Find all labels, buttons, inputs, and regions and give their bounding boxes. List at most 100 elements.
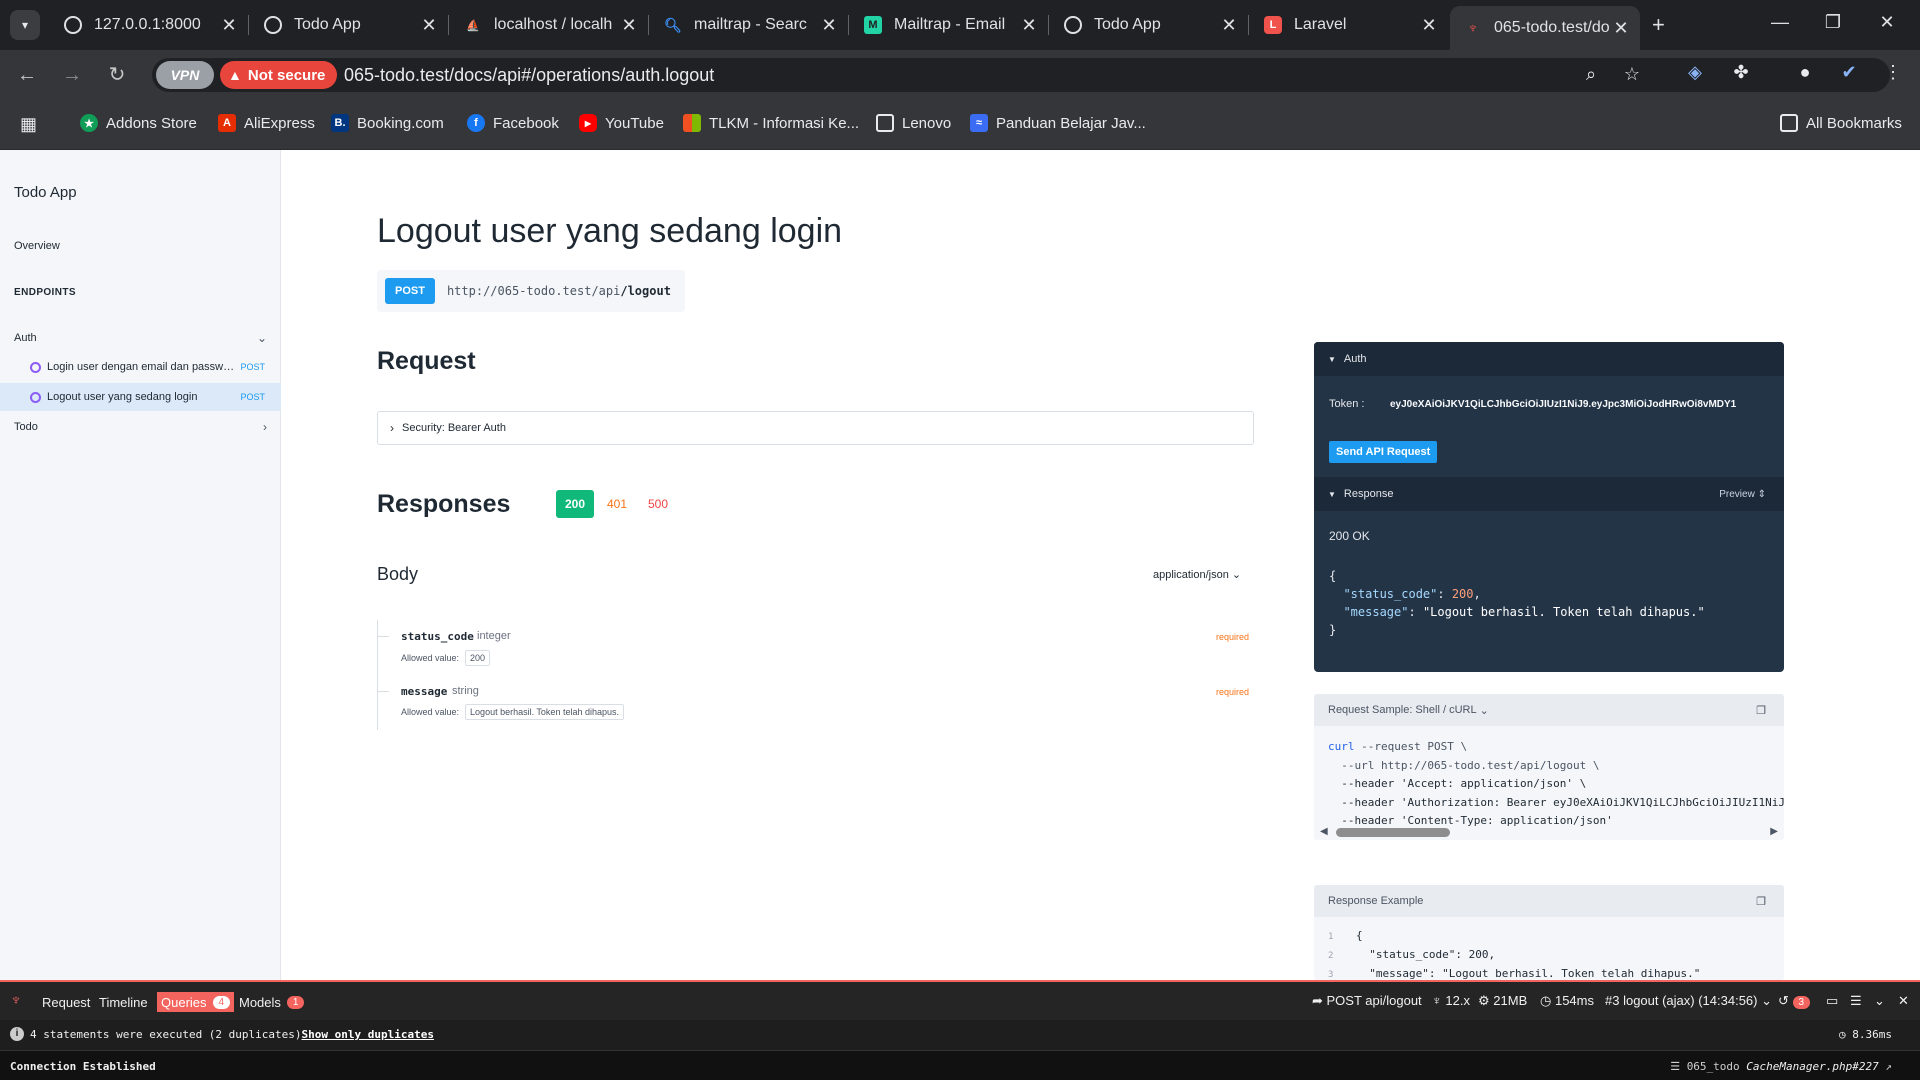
close-tab-icon[interactable]: ✕ bbox=[218, 15, 240, 36]
bookmark-lenovo[interactable]: Lenovo bbox=[876, 114, 951, 132]
browser-tab-active[interactable]: ♆ 065-todo.test/do ✕ bbox=[1450, 6, 1640, 50]
preview-select[interactable]: Preview ⇕ bbox=[1719, 489, 1766, 500]
browser-tab-3[interactable]: ⛵ localhost / localh ✕ bbox=[450, 6, 648, 44]
bookmark-facebook[interactable]: f Facebook bbox=[467, 114, 559, 132]
new-tab-button[interactable]: + bbox=[1652, 12, 1665, 38]
profile-icon[interactable]: ● bbox=[1792, 62, 1818, 83]
close-tab-icon[interactable]: ✕ bbox=[1218, 15, 1240, 36]
query-time: ◷ 8.36ms bbox=[1839, 1028, 1892, 1041]
tab-status-401[interactable]: 401 bbox=[602, 490, 632, 518]
response-json: { "status_code": 200, "message": "Logout… bbox=[1329, 569, 1705, 637]
vpn-extension-icon[interactable]: ◈ bbox=[1682, 62, 1708, 83]
close-debugbar-icon[interactable]: ✕ bbox=[1898, 993, 1909, 1009]
bookmark-panduan[interactable]: ≈ Panduan Belajar Jav... bbox=[970, 114, 1146, 132]
laravel-icon: ♆ bbox=[1467, 19, 1479, 37]
bookmark-youtube[interactable]: ▶ YouTube bbox=[579, 114, 664, 132]
close-tab-icon[interactable]: ✕ bbox=[418, 15, 440, 36]
clock-icon: ◷ bbox=[1839, 1028, 1853, 1041]
request-sample-header[interactable]: Request Sample: Shell / cURL ⌄ ❐ bbox=[1314, 694, 1784, 726]
request-select[interactable]: #3 logout (ajax) (14:34:56) ⌄ bbox=[1605, 993, 1772, 1009]
history-button[interactable]: ↺ 3 bbox=[1778, 993, 1811, 1009]
tab-search-button[interactable]: ▾ bbox=[10, 10, 40, 40]
send-api-request-button[interactable]: Send API Request bbox=[1329, 441, 1438, 463]
body-heading: Body bbox=[377, 564, 419, 584]
scroll-right-icon[interactable]: ▶ bbox=[1770, 826, 1778, 837]
close-window-icon[interactable]: ✕ bbox=[1872, 12, 1902, 33]
bookmark-booking[interactable]: B. Booking.com bbox=[331, 114, 444, 132]
booking-icon: B. bbox=[331, 114, 349, 132]
browser-tab-2[interactable]: Todo App ✕ bbox=[250, 6, 448, 44]
settings-icon[interactable]: ☰ bbox=[1850, 993, 1862, 1009]
query-source[interactable]: ☰ 065_todo CacheManager.php#227 ↗ bbox=[1670, 1060, 1892, 1073]
bookmark-tlkm[interactable]: TLKM - Informasi Ke... bbox=[683, 114, 859, 132]
all-bookmarks[interactable]: All Bookmarks bbox=[1780, 114, 1902, 132]
endpoint-url[interactable]: POST http://065-todo.test/api/logout bbox=[377, 270, 685, 312]
response-example-panel: Response Example ❐ 1{ 2 "status_code": 2… bbox=[1314, 885, 1784, 980]
address-bar[interactable]: VPN ▲ Not secure 065-todo.test/docs/api#… bbox=[152, 58, 1890, 92]
content-type-select[interactable]: application/json ⌄ bbox=[1153, 568, 1241, 581]
bookmark-star-icon[interactable]: ☆ bbox=[1620, 64, 1644, 85]
laravel-version: ♆ 12.x bbox=[1432, 993, 1470, 1008]
close-tab-icon[interactable]: ✕ bbox=[1610, 18, 1632, 39]
sidebar-item-logout[interactable]: Logout user yang sedang login POST bbox=[0, 383, 281, 411]
laravel-debugbar: ♆ Request Timeline Queries 4 Models 1 ➦ PO… bbox=[0, 980, 1920, 1080]
endpoint-base-url: http://065-todo.test/api bbox=[446, 284, 621, 298]
sidebar-item-overview[interactable]: Overview bbox=[14, 240, 60, 252]
security-section-toggle[interactable]: › Security: Bearer Auth bbox=[377, 411, 1254, 445]
chevron-down-icon: ⌄ bbox=[256, 331, 267, 345]
browser-tab-6[interactable]: Todo App ✕ bbox=[1050, 6, 1248, 44]
bookmark-aliexpress[interactable]: A AliExpress bbox=[218, 114, 315, 132]
cogs-icon: ⚙ bbox=[1478, 993, 1494, 1008]
debugbar-tab-models[interactable]: Models 1 bbox=[239, 992, 305, 1012]
debugbar-tab-request[interactable]: Request bbox=[42, 992, 90, 1012]
debugbar-tab-queries[interactable]: Queries 4 bbox=[157, 992, 235, 1012]
sidebar-group-todo[interactable]: Todo › bbox=[0, 413, 281, 441]
shield-icon[interactable]: ✔ bbox=[1836, 62, 1862, 83]
browser-tab-7[interactable]: L Laravel ✕ bbox=[1250, 6, 1448, 44]
endpoints-heading: ENDPOINTS bbox=[14, 287, 76, 298]
auth-section-header[interactable]: ▼ Auth bbox=[1314, 342, 1784, 376]
close-tab-icon[interactable]: ✕ bbox=[1418, 15, 1440, 36]
minimize-chevron-icon[interactable]: ⌄ bbox=[1874, 993, 1885, 1009]
copy-icon[interactable]: ❐ bbox=[1756, 704, 1766, 717]
close-tab-icon[interactable]: ✕ bbox=[818, 15, 840, 36]
browser-tab-4[interactable]: 🔍︎ mailtrap - Searc ✕ bbox=[650, 6, 848, 44]
browser-tab-5[interactable]: M Mailtrap - Email ✕ bbox=[850, 6, 1048, 44]
scroll-thumb[interactable] bbox=[1336, 828, 1450, 837]
sidebar-group-auth[interactable]: Auth ⌄ bbox=[0, 324, 281, 352]
forward-icon[interactable]: → bbox=[58, 62, 86, 88]
response-section-header[interactable]: ▼ Response Preview ⇕ bbox=[1314, 477, 1784, 511]
aliexpress-icon: A bbox=[218, 114, 236, 132]
browser-tab-bar: ▾ 127.0.0.1:8000 ✕ Todo App ✕ ⛵ localhos… bbox=[0, 0, 1920, 50]
security-chip[interactable]: ▲ Not secure bbox=[220, 61, 338, 89]
tab-status-200[interactable]: 200 bbox=[556, 490, 594, 518]
sidebar-item-login[interactable]: Login user dengan email dan password POS… bbox=[0, 353, 281, 381]
open-folder-icon[interactable]: ▭ bbox=[1826, 993, 1838, 1009]
url-text[interactable]: 065-todo.test/docs/api#/operations/auth.… bbox=[344, 65, 714, 86]
curl-code: curl --request POST \ --url http://065-t… bbox=[1328, 740, 1784, 826]
bookmark-addons-store[interactable]: ★ Addons Store bbox=[80, 114, 197, 132]
property-name: status_code bbox=[401, 630, 474, 643]
token-input[interactable]: eyJ0eXAiOiJKV1QiLCJhbGciOiJIUzI1NiJ9.eyJ… bbox=[1390, 399, 1776, 410]
back-icon[interactable]: ← bbox=[13, 62, 41, 88]
scroll-left-icon[interactable]: ◀ bbox=[1320, 826, 1328, 837]
extensions-icon[interactable]: ✤ bbox=[1728, 62, 1754, 83]
app-title[interactable]: Todo App bbox=[14, 184, 77, 201]
show-duplicates-link[interactable]: Show only duplicates bbox=[302, 1028, 434, 1041]
reload-icon[interactable]: ↻ bbox=[103, 62, 131, 88]
zoom-icon[interactable]: ⌕ bbox=[1579, 64, 1603, 85]
close-tab-icon[interactable]: ✕ bbox=[618, 15, 640, 36]
browser-menu-icon[interactable]: ⋮ bbox=[1880, 62, 1906, 83]
vpn-button[interactable]: VPN bbox=[156, 61, 214, 89]
horizontal-scrollbar[interactable]: ◀ ▶ bbox=[1314, 824, 1784, 840]
laravel-logo-icon[interactable]: ♆ bbox=[10, 992, 30, 1012]
restore-icon[interactable]: ❐ bbox=[1818, 12, 1848, 33]
debugbar-tab-timeline[interactable]: Timeline bbox=[99, 992, 148, 1012]
tab-status-500[interactable]: 500 bbox=[643, 490, 673, 518]
browser-tab-1[interactable]: 127.0.0.1:8000 ✕ bbox=[50, 6, 248, 44]
clock-icon: ◷ bbox=[1540, 993, 1555, 1008]
apps-grid-icon[interactable]: ▦ bbox=[20, 114, 37, 135]
copy-icon[interactable]: ❐ bbox=[1756, 895, 1766, 908]
close-tab-icon[interactable]: ✕ bbox=[1018, 15, 1040, 36]
minimize-icon[interactable]: — bbox=[1765, 12, 1795, 33]
